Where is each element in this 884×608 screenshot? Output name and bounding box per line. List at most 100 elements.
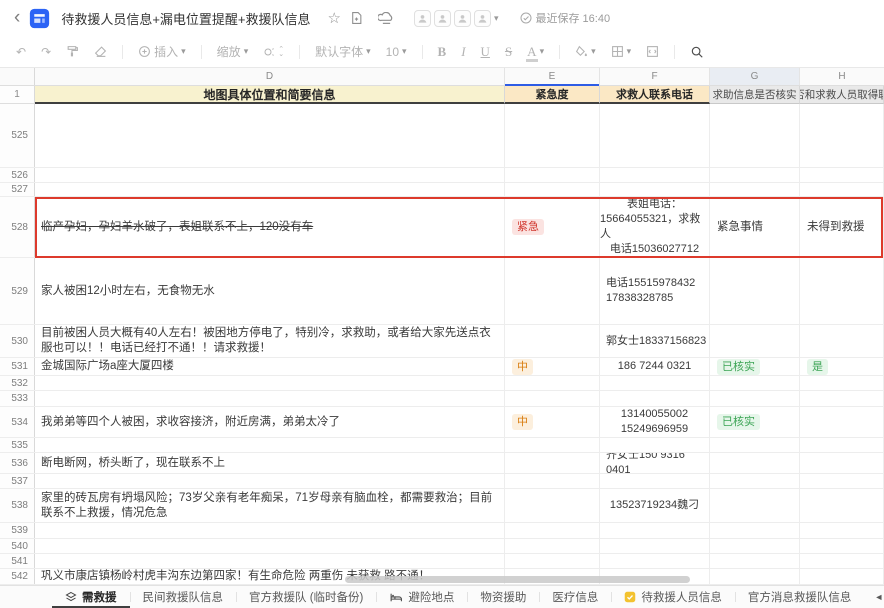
format-painter-icon[interactable] <box>66 45 79 58</box>
cell[interactable]: 已核实 <box>710 407 800 437</box>
cell[interactable] <box>800 569 884 584</box>
cell[interactable] <box>710 474 800 488</box>
cell[interactable] <box>35 376 505 390</box>
row-number[interactable]: 529 <box>0 258 35 324</box>
cell[interactable] <box>710 104 800 167</box>
font-size-select[interactable]: 10 ▾ <box>386 46 407 58</box>
cell[interactable] <box>710 183 800 196</box>
row-number[interactable]: 526 <box>0 168 35 182</box>
font-family-select[interactable]: 默认字体 ▾ <box>315 46 371 58</box>
cell[interactable]: 断电断网，桥头断了，现在联系不上 <box>35 453 505 473</box>
cell[interactable] <box>800 539 884 553</box>
sheet-tab[interactable]: 需救援 <box>52 586 130 608</box>
cell[interactable] <box>600 539 710 553</box>
cell[interactable] <box>710 489 800 522</box>
column-letter-D[interactable]: D <box>35 68 505 85</box>
cell[interactable]: 13140055002 15249696959 <box>600 407 710 437</box>
column-title[interactable]: 是否和求救人员取得联系 <box>800 86 884 104</box>
clear-format-icon[interactable] <box>94 45 107 58</box>
cell[interactable] <box>710 168 800 182</box>
cell[interactable] <box>505 168 600 182</box>
cell[interactable] <box>505 376 600 390</box>
cell[interactable]: 家人被困12小时左右，无食物无水 <box>35 258 505 324</box>
row-number[interactable]: 541 <box>0 554 35 568</box>
cell[interactable]: 是 <box>800 358 884 375</box>
cell[interactable]: 13523719234魏刁 <box>600 489 710 522</box>
document-title[interactable]: 待救援人员信息+漏电位置提醒+救援队信息 <box>61 9 310 28</box>
row-number[interactable]: 532 <box>0 376 35 390</box>
sheet-tab[interactable]: 避险地点 <box>376 586 467 608</box>
sheet-tab[interactable]: 待救援人员信息 <box>611 586 735 608</box>
horizontal-scrollbar[interactable] <box>345 576 690 583</box>
column-title[interactable]: 紧急度 <box>505 86 600 104</box>
strikethrough-button[interactable]: S <box>505 45 512 58</box>
row-number[interactable]: 537 <box>0 474 35 488</box>
cell[interactable] <box>800 376 884 390</box>
cell[interactable] <box>600 104 710 167</box>
search-icon[interactable] <box>690 45 704 59</box>
cell[interactable]: 齐女士150 9316 0401 <box>600 453 710 473</box>
row-number[interactable]: 534 <box>0 407 35 437</box>
cell[interactable] <box>600 168 710 182</box>
bold-button[interactable]: B <box>438 45 447 58</box>
cell[interactable] <box>35 474 505 488</box>
sheet-tab[interactable]: 民间救援队信息 <box>129 586 237 608</box>
cell[interactable] <box>710 258 800 324</box>
cell[interactable] <box>800 391 884 406</box>
cell[interactable] <box>800 523 884 538</box>
merge-cells-button[interactable] <box>646 45 659 58</box>
cell[interactable] <box>600 183 710 196</box>
collaborator-avatar[interactable] <box>453 9 471 27</box>
row-number[interactable]: 539 <box>0 523 35 538</box>
column-title[interactable]: 地图具体位置和简要信息 <box>35 86 505 104</box>
insert-button[interactable]: 插入 ▾ <box>138 45 186 58</box>
new-doc-icon[interactable] <box>350 11 363 25</box>
cell[interactable] <box>710 523 800 538</box>
star-icon[interactable]: ☆ <box>328 11 341 26</box>
cell[interactable] <box>505 391 600 406</box>
collaborator-avatar[interactable] <box>413 9 431 27</box>
redo-icon[interactable]: ↷ <box>41 46 51 58</box>
undo-icon[interactable]: ↶ <box>16 46 26 58</box>
cell[interactable] <box>35 168 505 182</box>
cell[interactable] <box>800 325 884 357</box>
cell[interactable] <box>35 539 505 553</box>
cell[interactable] <box>800 258 884 324</box>
cell[interactable] <box>505 325 600 357</box>
cell[interactable] <box>600 523 710 538</box>
cell[interactable] <box>35 104 505 167</box>
cell[interactable] <box>600 554 710 568</box>
font-color-button[interactable]: A ▾ <box>526 45 544 62</box>
cell[interactable] <box>800 168 884 182</box>
cell[interactable] <box>710 569 800 584</box>
cell[interactable] <box>710 539 800 553</box>
sheet-tab[interactable]: 官方消息救援队信息 <box>734 586 865 608</box>
row-number[interactable]: 525 <box>0 104 35 167</box>
cell[interactable] <box>800 438 884 452</box>
cell[interactable] <box>505 258 600 324</box>
sheet-tab[interactable]: 官方救援队 (临时备份) <box>236 586 376 608</box>
app-logo-icon[interactable] <box>29 8 50 29</box>
cell[interactable] <box>710 391 800 406</box>
sheet-tab[interactable]: 物资援助 <box>467 586 539 608</box>
column-letter-H[interactable]: H <box>800 68 884 85</box>
cell[interactable] <box>35 554 505 568</box>
cell[interactable]: 中 <box>505 407 600 437</box>
column-letter-E[interactable]: E <box>505 68 600 86</box>
cell[interactable] <box>710 325 800 357</box>
cell[interactable] <box>600 376 710 390</box>
cell[interactable] <box>800 489 884 522</box>
select-all-corner[interactable] <box>0 68 35 85</box>
cell[interactable] <box>710 453 800 473</box>
cell[interactable] <box>710 554 800 568</box>
cell[interactable] <box>710 376 800 390</box>
cell[interactable]: 表姐电话： 15664055321，求救人 电话15036027712 <box>600 197 710 257</box>
cell[interactable] <box>710 438 800 452</box>
column-letter-G[interactable]: G <box>710 68 800 85</box>
cell[interactable] <box>800 104 884 167</box>
column-title[interactable]: 求助信息是否核实 <box>710 86 800 104</box>
borders-button[interactable]: ▾ <box>611 45 631 58</box>
cell[interactable] <box>505 523 600 538</box>
cell[interactable] <box>505 474 600 488</box>
paint-format-icon[interactable]: ⌃ ⌄ <box>263 46 284 58</box>
